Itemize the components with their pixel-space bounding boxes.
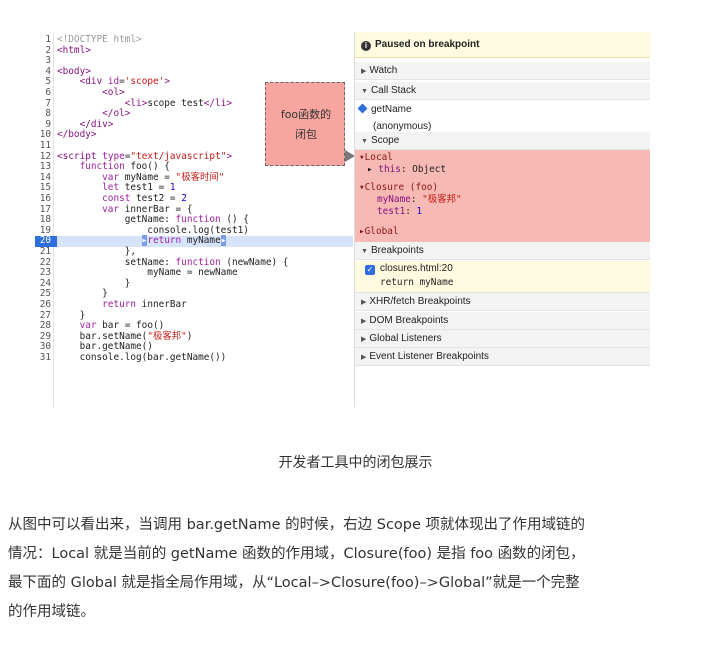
code-line: 2 <html> <box>35 44 353 57</box>
call-stack-label: Call Stack <box>370 85 416 96</box>
test1-key: test1 <box>377 206 406 217</box>
triangle-right-icon: ▶ <box>361 354 367 361</box>
code-text: const test2 = 2 <box>102 193 187 204</box>
code-text: }, <box>57 246 137 257</box>
code-text: <ol> <box>102 87 125 98</box>
paragraph-line: 情况：Local 就是当前的 getName 函数的作用域，Closure(fo… <box>8 546 585 562</box>
scope-tree: ▾Local ▸ this: Object ▾Closure (foo) myN… <box>355 150 650 242</box>
triangle-right-icon: ▶ <box>361 318 367 325</box>
breakpoint-item[interactable]: ✓ closures.html:20 return myName <box>355 261 650 293</box>
line-number[interactable]: 11 <box>35 140 51 152</box>
devtools-screenshot: 1 <!DOCTYPE html> 2 <html> 3 4 <body> 5 <div id… <box>35 32 650 407</box>
breakpoints-label: Breakpoints <box>370 245 424 256</box>
paragraph-line: 的作用域链。 <box>8 604 95 620</box>
test1-value: 1 <box>416 206 423 217</box>
breakpoints-section-header[interactable]: ▼ Breakpoints <box>355 242 650 260</box>
paused-banner: i Paused on breakpoint <box>355 32 650 58</box>
line-number[interactable]: 31 <box>35 352 51 364</box>
scope-myname: myName: "极客邦" <box>377 194 462 205</box>
scope-section-header[interactable]: ▼ Scope <box>355 132 650 150</box>
scope-local-label: Local <box>364 152 393 163</box>
code-line: 26 return innerBar <box>35 299 353 311</box>
current-frame-icon <box>357 103 368 114</box>
scope-test1: test1: 1 <box>377 206 423 217</box>
frame-label: (anonymous) <box>373 121 432 132</box>
triangle-right-icon: ▶ <box>361 299 367 306</box>
dom-label: DOM Breakpoints <box>369 315 449 326</box>
code-text: <html> <box>57 44 91 56</box>
info-icon: i <box>361 41 371 51</box>
triangle-right-icon: ▸ <box>367 164 379 175</box>
global-listeners-header[interactable]: ▶ Global Listeners <box>355 330 650 348</box>
dom-breakpoints-header[interactable]: ▶ DOM Breakpoints <box>355 312 650 330</box>
code-line: 31 console.log(bar.getName()) <box>35 352 353 364</box>
call-stack-frame-getname[interactable]: getName <box>355 101 650 119</box>
scope-global[interactable]: ▸Global <box>359 226 399 238</box>
annotation-line-2: 闭包 <box>295 128 317 141</box>
breakpoint-location: closures.html:20 <box>380 263 453 274</box>
scope-global-label: Global <box>364 226 399 237</box>
call-stack-section-header[interactable]: ▼ Call Stack <box>355 82 650 100</box>
line-number[interactable]: 26 <box>35 299 51 311</box>
debugger-sidebar: i Paused on breakpoint ▶ Watch ▼ Call Stack… <box>354 32 650 407</box>
checkbox-checked-icon[interactable]: ✓ <box>365 265 375 275</box>
event-listener-breakpoints-header[interactable]: ▶ Event Listener Breakpoints <box>355 348 650 366</box>
breakpoint-code: return myName <box>380 277 454 288</box>
body-paragraph: 从图中可以看出来，当调用 bar.getName 的时候，右边 Scope 项就… <box>8 511 698 627</box>
line-number[interactable]: 1 <box>35 34 51 46</box>
paused-text: Paused on breakpoint <box>375 39 480 50</box>
scope-closure-label: Closure (foo) <box>364 182 439 193</box>
code-text: console.log(bar.getName()) <box>57 352 227 363</box>
figure-caption: 开发者工具中的闭包展示 <box>278 455 433 471</box>
annotation-text: foo函数的 闭包 <box>270 105 342 145</box>
triangle-down-icon: ▼ <box>361 88 368 95</box>
closure-annotation: foo函数的 闭包 <box>265 82 345 166</box>
triangle-down-icon: ▼ <box>361 248 368 255</box>
annotation-line-1: foo函数的 <box>280 108 332 121</box>
code-text: return innerBar <box>102 299 187 310</box>
line-number[interactable]: 21 <box>35 246 51 258</box>
scope-closure[interactable]: ▾Closure (foo) <box>359 182 438 194</box>
frame-label: getName <box>371 104 412 115</box>
myname-key: myName <box>377 194 411 205</box>
code-text: </body> <box>57 129 97 141</box>
xhr-breakpoints-header[interactable]: ▶ XHR/fetch Breakpoints <box>355 293 650 311</box>
code-line: 16 const test2 = 2 <box>35 193 353 205</box>
triangle-down-icon: ▼ <box>361 138 368 145</box>
line-number[interactable]: 16 <box>35 193 51 205</box>
paragraph-line: 最下面的 Global 就是指全局作用域，从“Local–>Closure(fo… <box>8 575 580 591</box>
triangle-right-icon: ▶ <box>361 336 367 343</box>
xhr-label: XHR/fetch Breakpoints <box>369 296 471 307</box>
triangle-right-icon: ▶ <box>361 68 367 75</box>
watch-section-header[interactable]: ▶ Watch <box>355 62 650 80</box>
scope-this[interactable]: ▸ this: Object <box>367 164 446 176</box>
scope-label: Scope <box>370 135 400 146</box>
scope-local[interactable]: ▾Local <box>359 152 393 164</box>
this-value: Object <box>412 164 447 175</box>
this-key: this <box>378 164 401 175</box>
watch-label: Watch <box>369 65 398 76</box>
myname-value: "极客邦" <box>422 194 462 205</box>
global-listeners-label: Global Listeners <box>369 333 442 344</box>
line-number[interactable]: 6 <box>35 87 51 99</box>
event-listeners-label: Event Listener Breakpoints <box>369 351 489 362</box>
paragraph-line: 从图中可以看出来，当调用 bar.getName 的时候，右边 Scope 项就… <box>8 517 586 533</box>
